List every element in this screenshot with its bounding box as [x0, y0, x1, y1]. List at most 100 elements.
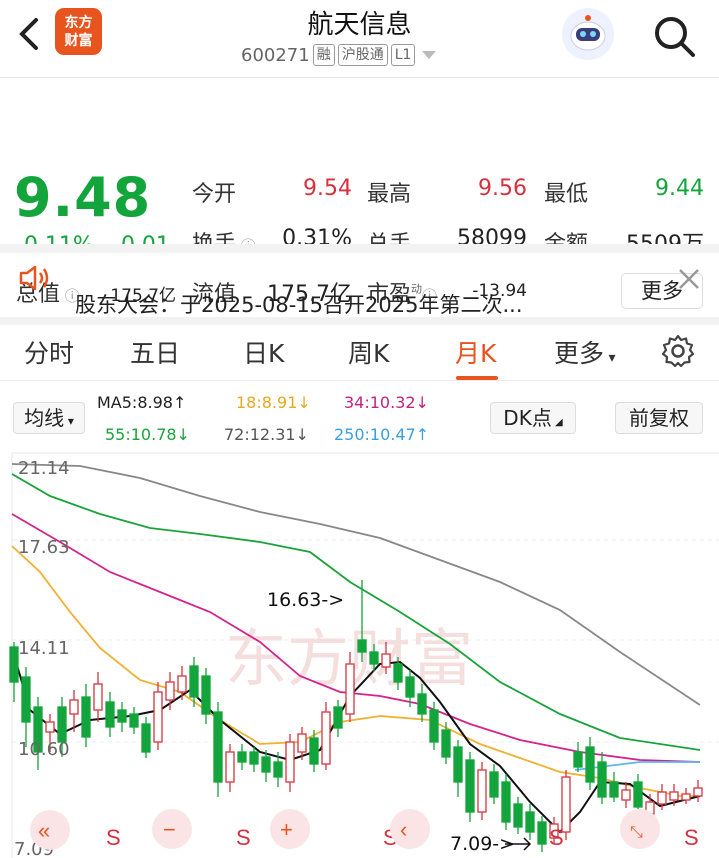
y-label-max: 21.14 [18, 458, 70, 479]
tab-monthly-k[interactable]: 月K [455, 334, 496, 370]
low-annotation: 7.09-> [450, 833, 515, 855]
candle [297, 733, 307, 753]
indicator-select[interactable]: 均线 ▾ [13, 402, 85, 434]
tab-daily-k[interactable]: 日K [243, 334, 284, 370]
candle [597, 761, 607, 798]
candle [177, 675, 187, 693]
candle [141, 723, 151, 753]
stock-code: 600271 [241, 44, 310, 66]
candle [249, 751, 259, 765]
candle [609, 781, 619, 798]
candle [501, 781, 511, 823]
candle [93, 683, 103, 711]
gear-icon[interactable] [660, 333, 696, 369]
quote-panel: 9.48 -0.11% -0.01 今开 9.54 最高 9.56 最低 9.4… [0, 78, 719, 309]
candle [525, 811, 535, 833]
candle [189, 665, 199, 698]
sell-marker: S [236, 825, 251, 850]
ma5-value: MA5:8.98↑ [97, 393, 187, 412]
candle [585, 746, 595, 783]
tag-margin: 融 [312, 44, 335, 66]
candle [381, 653, 391, 668]
high-label: 最高 [367, 182, 412, 207]
candle [9, 646, 19, 683]
candle [57, 706, 67, 743]
candle [225, 751, 235, 783]
candle [321, 711, 331, 765]
tag-connect: 沪股通 [337, 44, 388, 66]
candle [201, 675, 211, 715]
open-value: 9.54 [303, 176, 352, 201]
open-label: 今开 [192, 182, 237, 207]
candle [369, 651, 379, 665]
tab-intraday[interactable]: 分时 [24, 334, 74, 370]
candle [393, 663, 403, 683]
candle [117, 709, 127, 723]
candle [513, 803, 523, 828]
candle [417, 693, 427, 715]
candle [21, 676, 31, 723]
stock-code-row[interactable]: 600271 融 沪股通 L1 [241, 44, 437, 66]
candle [261, 756, 271, 773]
kline-chart[interactable]: 东方财富 21.14 17.63 14.11 10.60 7.09 16.63-… [0, 452, 719, 858]
candle [213, 711, 223, 783]
ma34-value: 34:10.32↓ [344, 393, 429, 412]
top-header: 东方 财富 航天信息 600271 融 沪股通 L1 [0, 0, 719, 78]
candle [153, 691, 163, 743]
candle [69, 699, 79, 715]
ma72-value: 72:12.31↓ [224, 425, 309, 444]
candle [465, 759, 475, 813]
ma18-value: 18:8.91↓ [236, 393, 311, 412]
candle [333, 706, 343, 729]
tab-more[interactable]: 更多 ▾ [554, 334, 616, 370]
search-icon[interactable] [650, 12, 698, 60]
svg-text:−: − [163, 817, 176, 842]
close-icon[interactable] [676, 266, 702, 292]
candle [693, 787, 703, 797]
low-value: 9.44 [655, 176, 704, 201]
tab-weekly-k[interactable]: 周K [348, 334, 389, 370]
candle [357, 639, 367, 653]
active-tab-underline [456, 376, 498, 380]
candle [105, 701, 115, 728]
candle [681, 793, 691, 801]
ma55-value: 55:10.78↓ [105, 425, 190, 444]
candles [9, 580, 703, 852]
sell-marker: S [684, 825, 699, 850]
candle [273, 761, 283, 778]
y-label-4: 10.60 [18, 739, 70, 760]
dropdown-icon [422, 51, 437, 59]
candle [405, 676, 415, 698]
candle [237, 751, 247, 763]
divider [0, 317, 719, 325]
adjust-select[interactable]: 前复权 [615, 402, 703, 434]
candle [573, 751, 583, 768]
divider [0, 244, 719, 253]
low-label: 最低 [544, 182, 589, 207]
candle [561, 776, 571, 833]
svg-text:+: + [280, 817, 293, 842]
candle [129, 713, 139, 728]
tab-five-day[interactable]: 五日 [130, 334, 180, 370]
candle [81, 696, 91, 738]
y-label-3: 14.11 [18, 638, 70, 659]
sell-marker: S [549, 825, 564, 850]
candle [657, 791, 667, 805]
ma55-line [11, 473, 701, 751]
ma250-value: 250:10.47↑ [334, 425, 430, 444]
candle [453, 746, 463, 783]
speaker-icon [19, 265, 49, 291]
candle [441, 729, 451, 758]
sell-marker: S [106, 825, 121, 850]
candle [537, 821, 547, 845]
back-icon[interactable] [390, 809, 430, 849]
notice-text[interactable]: 股东大会：于2025-08-15召开2025年第二次... [75, 289, 523, 319]
signal-markers: « S − S + S ‹ S ⤡ S [30, 809, 699, 850]
tag-level: L1 [390, 44, 416, 66]
y-label-2: 17.63 [18, 537, 70, 558]
svg-text:«: « [38, 818, 50, 843]
candle [45, 721, 55, 733]
dk-point-button[interactable]: DK点 ◢ [490, 402, 576, 434]
robot-assistant-icon[interactable] [562, 8, 614, 60]
candle [345, 663, 355, 715]
